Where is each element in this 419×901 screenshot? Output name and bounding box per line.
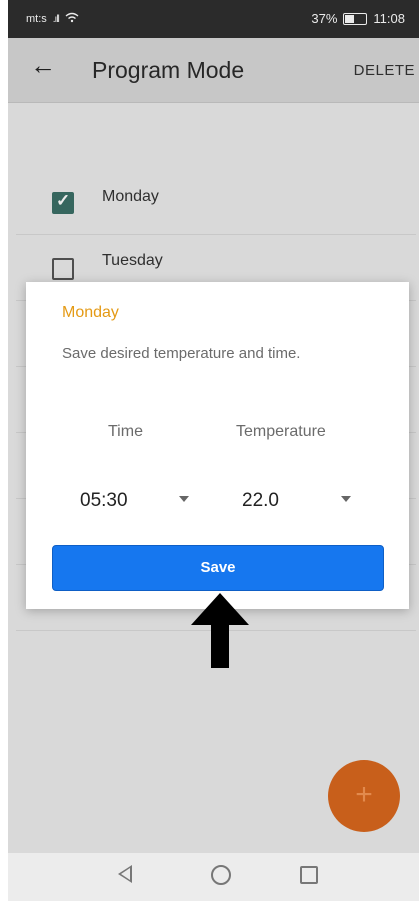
system-nav-bar [8,853,419,901]
dialog-subtitle: Save desired temperature and time. [62,345,301,362]
phone-screen: mt:s .ıll 37% 11:08 ← Program Mode DELET… [8,0,419,901]
temperature-label: Temperature [236,423,326,440]
add-program-button[interactable]: + [328,760,400,832]
dialog-title: Monday [62,304,119,321]
chevron-down-icon[interactable] [341,496,351,502]
arrow-up-icon [191,593,249,668]
time-value[interactable]: 05:30 [80,490,128,512]
program-dialog: Monday Save desired temperature and time… [26,282,409,609]
nav-recent-icon[interactable] [300,866,318,884]
chevron-down-icon[interactable] [179,496,189,502]
save-button[interactable]: Save [52,545,384,591]
nav-back-icon[interactable] [118,865,132,883]
plus-icon: + [355,778,373,811]
nav-home-icon[interactable] [211,865,231,885]
time-label: Time [108,423,143,440]
temperature-value[interactable]: 22.0 [242,490,279,512]
